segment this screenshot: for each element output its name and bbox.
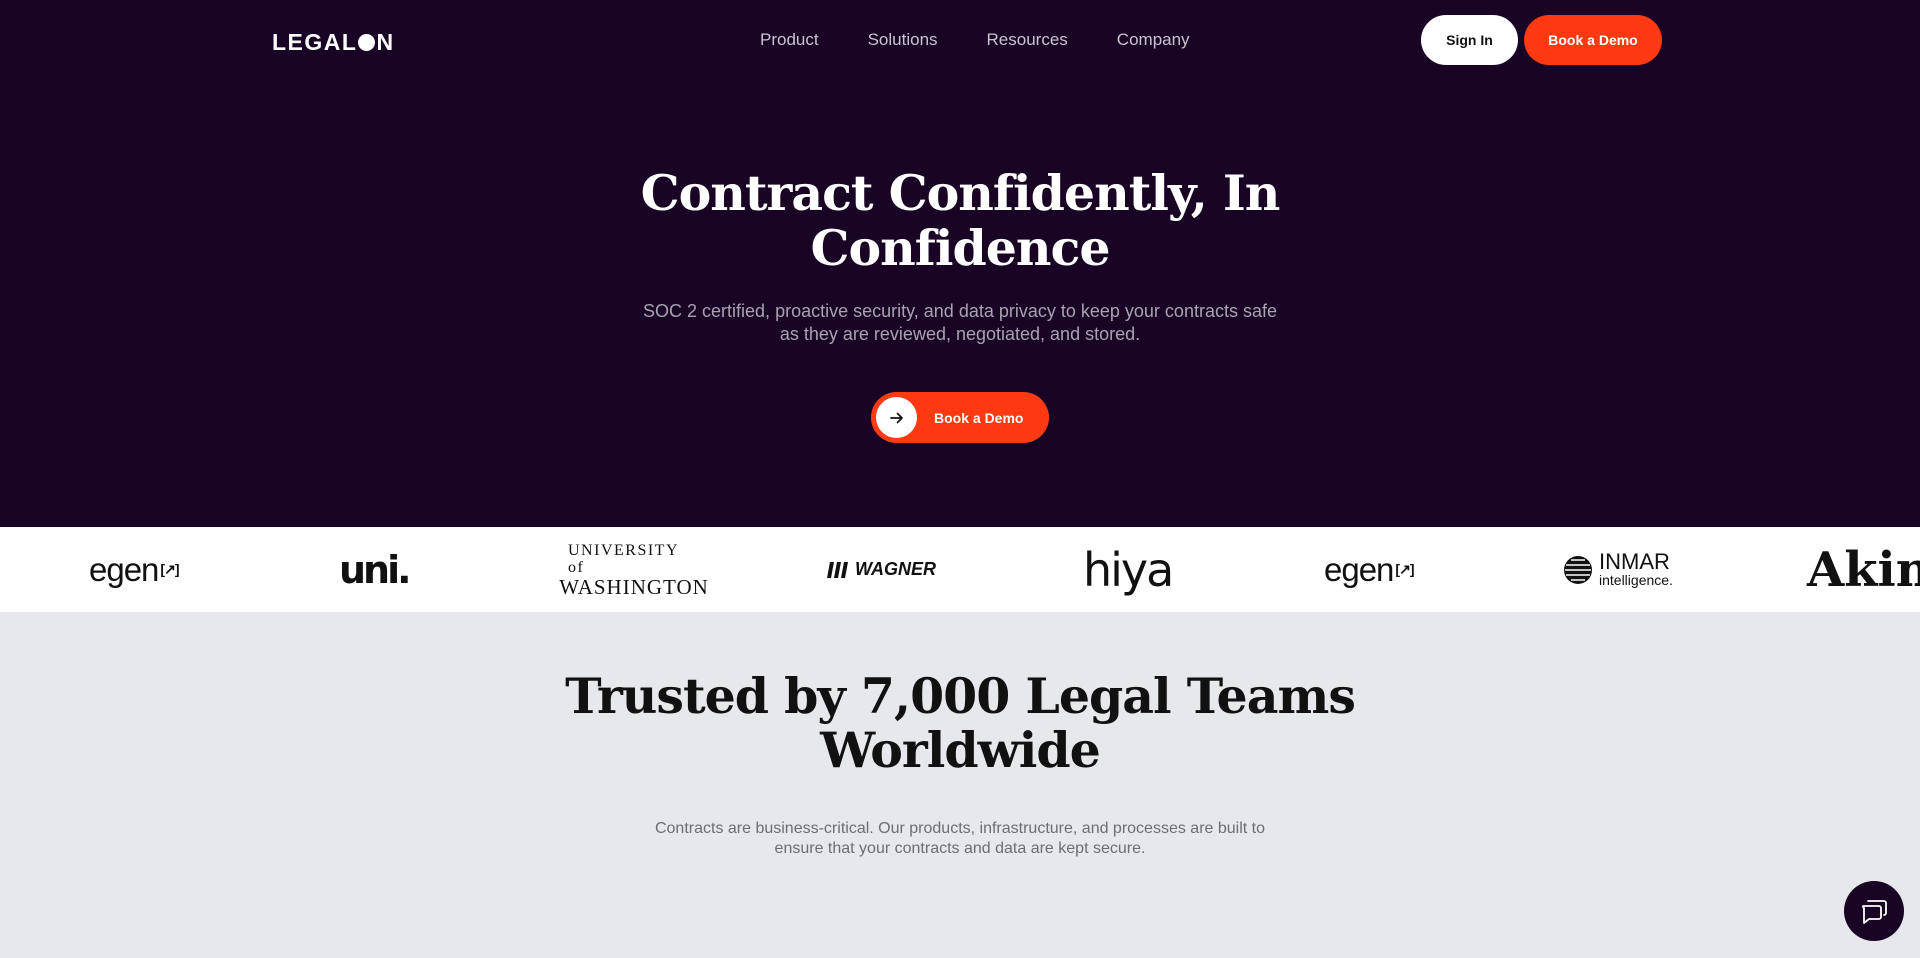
uw-logo-line2: WASHINGTON	[559, 574, 709, 599]
trust-subtitle: Contracts are business-critical. Our pro…	[654, 820, 1266, 857]
logo-text-left: LEGAL	[272, 28, 358, 55]
sign-in-button[interactable]: Sign In	[1421, 15, 1518, 65]
nav-solutions[interactable]: Solutions	[868, 28, 938, 52]
hero-subtitle: SOC 2 certified, proactive security, and…	[643, 301, 1277, 344]
wagner-logo: WAGNER	[827, 527, 936, 612]
egen-logo-mark: [↗]	[160, 561, 179, 577]
legalon-logo[interactable]: LEGAL N	[272, 28, 395, 56]
top-nav: LEGAL N Product Solutions Resources Comp…	[0, 0, 1920, 80]
wagner-logo-text: WAGNER	[855, 559, 936, 579]
egen-logo-2-text: egen	[1324, 550, 1394, 588]
nav-links: Product Solutions Resources Company	[760, 28, 1190, 52]
arrow-right-icon	[876, 397, 917, 438]
nav-product[interactable]: Product	[760, 28, 819, 52]
logo-o-mark	[358, 33, 376, 51]
book-demo-nav-button[interactable]: Book a Demo	[1524, 15, 1662, 65]
hiya-logo: hiya	[1083, 542, 1174, 597]
nav-resources[interactable]: Resources	[987, 28, 1068, 52]
book-demo-hero-label: Book a Demo	[934, 409, 1024, 426]
egen-logo-2-mark: [↗]	[1395, 561, 1414, 577]
egen-logo-text: egen	[89, 550, 159, 588]
chat-icon	[1862, 900, 1887, 924]
inmar-intelligence-logo: INMAR intelligence.	[1563, 527, 1673, 612]
book-demo-hero-button[interactable]: Book a Demo	[871, 392, 1049, 443]
hero-section: LEGAL N Product Solutions Resources Comp…	[0, 0, 1920, 527]
trust-title: Trusted by 7,000 Legal Teams Worldwide	[565, 667, 1356, 779]
uni-logo: uni.	[339, 547, 412, 592]
inmar-logo-line1: INMAR	[1599, 548, 1670, 574]
customer-logo-strip: egen [↗] uni. UNIVERSITY of WASHINGTON WA…	[0, 527, 1920, 612]
inmar-logo-line2: intelligence.	[1599, 571, 1673, 588]
nav-company[interactable]: Company	[1117, 28, 1190, 52]
akin-logo: Akin	[1807, 541, 1920, 598]
logo-text-right: N	[376, 28, 395, 55]
hero-title: Contract Confidently, In Confidence	[640, 164, 1281, 277]
university-of-washington-logo: UNIVERSITY of WASHINGTON	[559, 527, 708, 612]
uw-logo-line1: UNIVERSITY of	[568, 541, 679, 576]
chat-launcher-button[interactable]	[1844, 881, 1904, 941]
egen-logo: egen [↗]	[89, 527, 179, 612]
wagner-mark-icon	[827, 561, 848, 578]
egen-logo-2: egen [↗]	[1324, 527, 1414, 612]
inmar-globe-icon	[1564, 555, 1592, 584]
